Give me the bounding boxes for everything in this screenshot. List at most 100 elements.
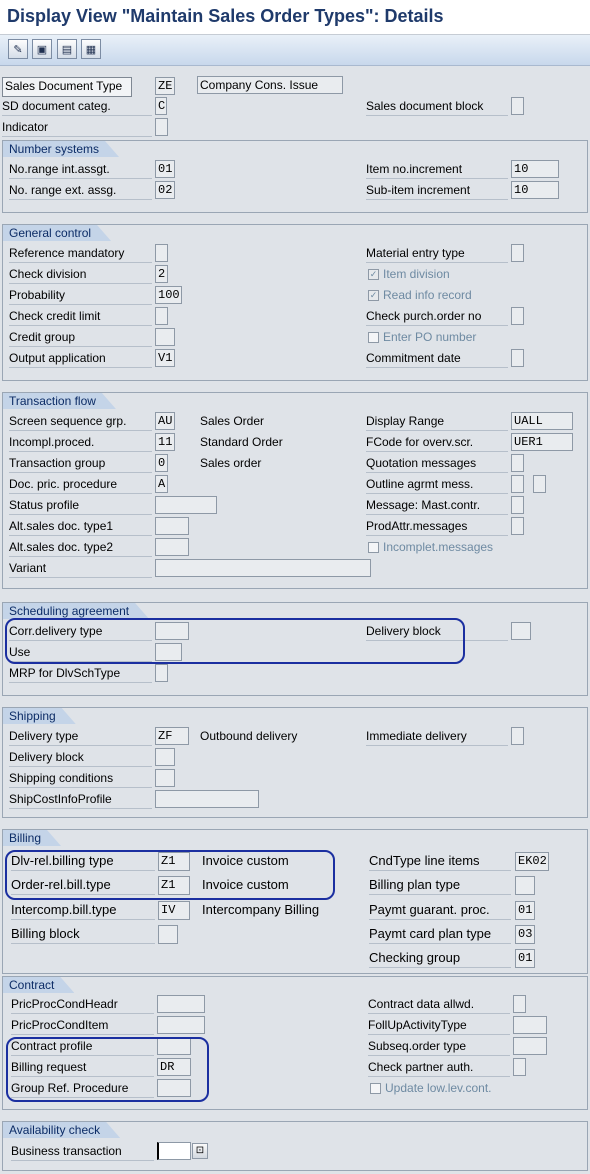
alt-sales-doc-type1-field[interactable]	[155, 517, 189, 535]
pricing-procedure-condition-item-field[interactable]	[157, 1016, 205, 1034]
probability-field[interactable]: 100	[155, 286, 182, 304]
payment-card-plan-type-field[interactable]: 03	[515, 925, 535, 944]
ship-cost-info-profile-field[interactable]	[155, 790, 259, 808]
scheduling-delivery-block-field[interactable]	[511, 622, 531, 640]
shipping-delivery-block-field[interactable]	[155, 748, 175, 766]
immediate-delivery-field[interactable]	[511, 727, 524, 745]
billing-plan-type-label: Billing plan type	[369, 876, 511, 895]
intercompany-billing-type-field[interactable]: IV	[158, 901, 190, 920]
pricing-procedure-condition-item-label: PricProcCondItem	[11, 1016, 154, 1035]
contract-data-allowed-label: Contract data allwd.	[368, 995, 510, 1014]
output-application-field[interactable]: V1	[155, 349, 175, 367]
next-entry-icon[interactable]: ▤	[57, 39, 77, 59]
sd-document-category-label: SD document categ.	[2, 97, 152, 116]
quotation-messages-label: Quotation messages	[366, 454, 508, 473]
immediate-delivery-label: Immediate delivery	[366, 727, 508, 746]
screen-sequence-group-description: Sales Order	[200, 414, 265, 428]
document-pricing-procedure-field[interactable]: A	[155, 475, 168, 493]
message-master-contract-field[interactable]	[511, 496, 524, 514]
check-purchase-order-field[interactable]	[511, 307, 524, 325]
availability-check-title: Availability check	[3, 1122, 120, 1138]
fcode-overview-screen-label: FCode for overv.scr.	[366, 433, 508, 452]
outline-agreement-messages-field[interactable]	[511, 475, 524, 493]
display-range-field[interactable]: UALL	[511, 412, 573, 430]
outline-agreement-messages-extra-field[interactable]	[533, 475, 546, 493]
highlight-ring-scheduling	[5, 618, 465, 664]
intercompany-billing-type-description: Intercompany Billing	[202, 902, 320, 917]
payment-guarantee-procedure-field[interactable]: 01	[515, 901, 535, 920]
screen-sequence-group-field[interactable]: AU	[155, 412, 175, 430]
outline-agreement-messages-label: Outline agrmt mess.	[366, 475, 508, 494]
payment-card-plan-type-label: Paymt card plan type	[369, 925, 511, 944]
shipping-delivery-block-label: Delivery block	[9, 748, 152, 767]
fcode-overview-screen-field[interactable]: UER1	[511, 433, 573, 451]
item-number-increment-field[interactable]: 10	[511, 160, 559, 178]
sales-document-block-field[interactable]	[511, 97, 524, 115]
contract-data-allowed-field[interactable]	[513, 995, 526, 1013]
general-control-title: General control	[3, 225, 111, 241]
shipping-conditions-field[interactable]	[155, 769, 175, 787]
indicator-field[interactable]	[155, 118, 168, 136]
check-partner-authorization-label: Check partner auth.	[368, 1058, 510, 1077]
sd-document-category-field[interactable]: C	[155, 97, 167, 115]
highlight-ring-contract	[6, 1037, 209, 1102]
subsequent-order-type-field[interactable]	[513, 1037, 547, 1055]
pricing-procedure-condition-header-field[interactable]	[157, 995, 205, 1013]
number-range-internal-field[interactable]: 01	[155, 160, 175, 178]
status-profile-label: Status profile	[9, 496, 152, 515]
read-info-record-label: Read info record	[383, 288, 472, 302]
material-entry-type-field[interactable]	[511, 244, 524, 262]
commitment-date-field[interactable]	[511, 349, 524, 367]
business-transaction-field[interactable]	[157, 1142, 191, 1160]
check-purchase-order-label: Check purch.order no	[366, 307, 508, 326]
variant-field[interactable]	[155, 559, 371, 577]
sub-item-increment-field[interactable]: 10	[511, 181, 559, 199]
quotation-messages-field[interactable]	[511, 454, 524, 472]
incomplete-messages-label: Incomplet.messages	[383, 540, 494, 554]
transaction-group-label: Transaction group	[9, 454, 152, 473]
item-division-checkbox[interactable]: ✓	[368, 269, 379, 280]
enter-po-number-checkbox[interactable]	[368, 332, 379, 343]
sub-item-increment-label: Sub-item increment	[366, 181, 508, 200]
billing-plan-type-field[interactable]	[515, 876, 535, 895]
checking-group-field[interactable]: 01	[515, 949, 535, 968]
number-range-external-field[interactable]: 02	[155, 181, 175, 199]
update-low-level-contract-checkbox[interactable]	[370, 1083, 381, 1094]
check-credit-limit-field[interactable]	[155, 307, 168, 325]
item-division-label: Item division	[383, 267, 450, 281]
read-info-record-checkbox[interactable]: ✓	[368, 290, 379, 301]
item-number-increment-label: Item no.increment	[366, 160, 508, 179]
business-transaction-label: Business transaction	[11, 1142, 154, 1161]
edit-icon[interactable]: ✎	[8, 39, 28, 59]
save-icon[interactable]: ▣	[32, 39, 52, 59]
follow-up-activity-type-field[interactable]	[513, 1016, 547, 1034]
transaction-flow-title: Transaction flow	[3, 393, 116, 409]
condition-type-line-items-field[interactable]: EK02	[515, 852, 549, 871]
check-division-field[interactable]: 2	[155, 265, 168, 283]
sales-document-type-description: Company Cons. Issue	[197, 76, 343, 94]
transaction-group-field[interactable]: 0	[155, 454, 168, 472]
credit-group-field[interactable]	[155, 328, 175, 346]
billing-block-field[interactable]	[158, 925, 178, 944]
number-range-external-label: No. range ext. assg.	[9, 181, 152, 200]
select-icon[interactable]: ▦	[81, 39, 101, 59]
check-partner-authorization-field[interactable]	[513, 1058, 526, 1076]
incomplete-messages-checkbox[interactable]	[368, 542, 379, 553]
alt-sales-doc-type1-label: Alt.sales doc. type1	[9, 517, 152, 536]
intercompany-billing-type-label: Intercomp.bill.type	[11, 901, 155, 920]
screen-sequence-group-label: Screen sequence grp.	[9, 412, 152, 431]
status-profile-field[interactable]	[155, 496, 217, 514]
alt-sales-doc-type2-field[interactable]	[155, 538, 189, 556]
value-help-icon[interactable]: ⊡	[192, 1143, 208, 1159]
check-credit-limit-label: Check credit limit	[9, 307, 152, 326]
application-toolbar: ✎ ▣ ▤ ▦	[0, 35, 590, 66]
billing-block-label: Billing block	[11, 925, 155, 944]
sales-document-type-label: Sales Document Type	[2, 77, 132, 97]
display-range-label: Display Range	[366, 412, 508, 431]
sales-document-type-field[interactable]: ZE	[155, 77, 175, 95]
mrp-for-delivery-schedule-type-field[interactable]	[155, 664, 168, 682]
delivery-type-field[interactable]: ZF	[155, 727, 189, 745]
prodattr-messages-field[interactable]	[511, 517, 524, 535]
incompletion-procedure-field[interactable]: 11	[155, 433, 175, 451]
reference-mandatory-field[interactable]	[155, 244, 168, 262]
